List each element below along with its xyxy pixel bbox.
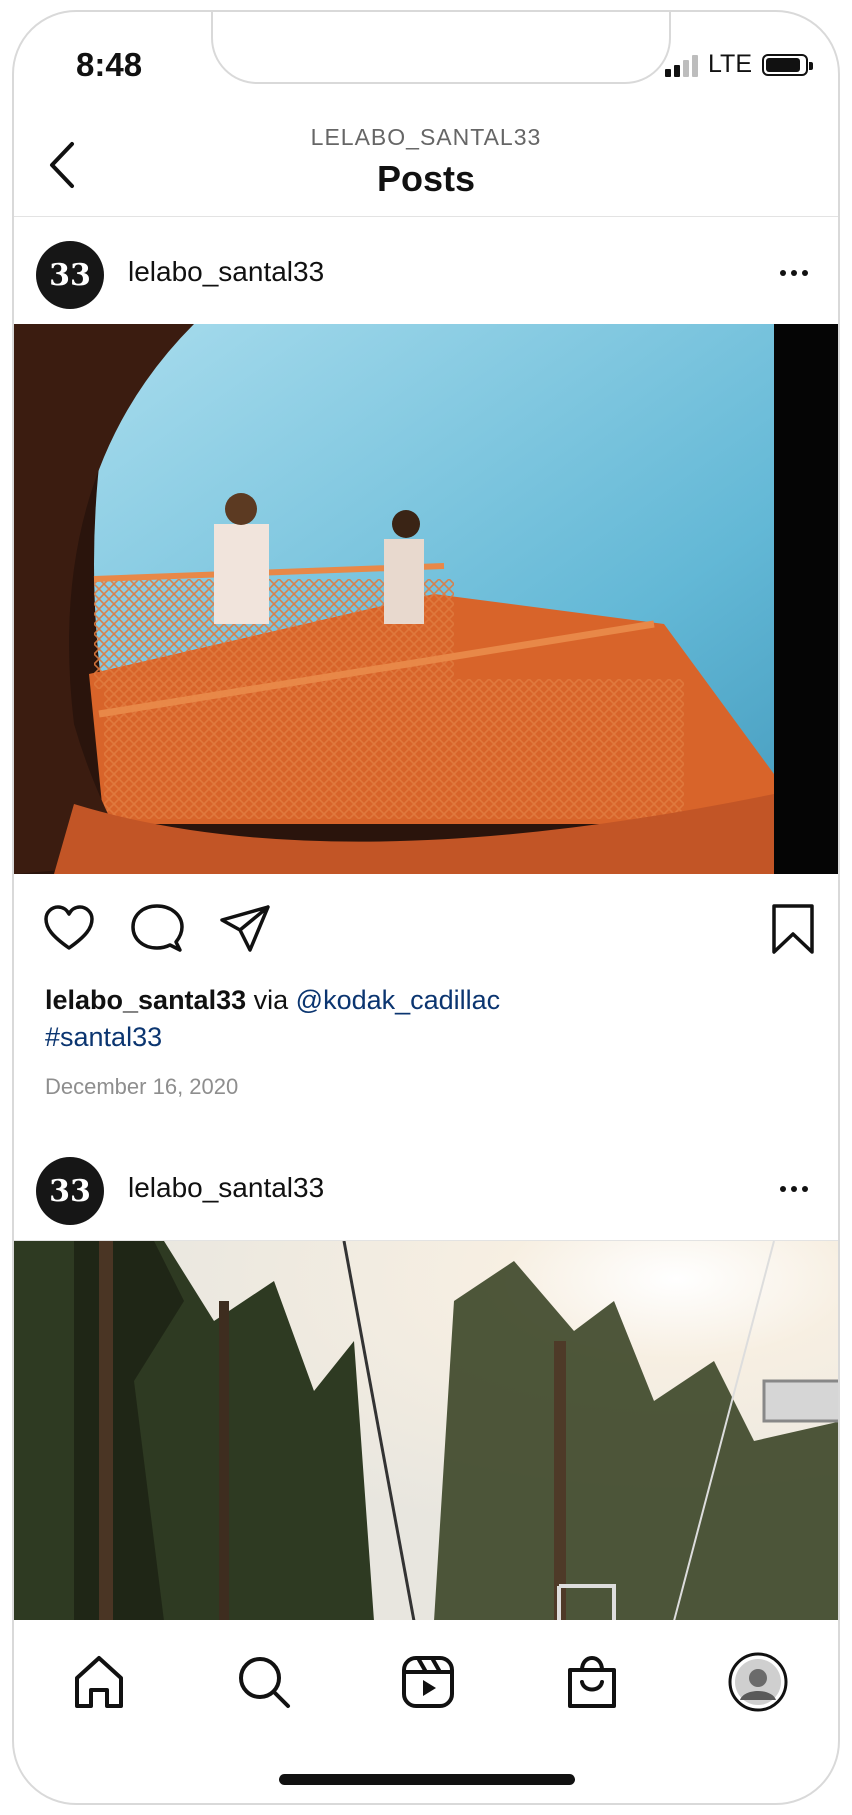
comment-icon[interactable] xyxy=(130,902,184,956)
post-header: 33 lelabo_santal33 xyxy=(14,1142,838,1238)
status-icons: LTE xyxy=(665,50,813,79)
bookmark-icon[interactable] xyxy=(766,902,820,956)
home-indicator xyxy=(279,1774,575,1785)
post-header: 33 lelabo_santal33 xyxy=(14,226,838,322)
status-time: 8:48 xyxy=(76,46,143,83)
network-label: LTE xyxy=(708,50,752,78)
share-icon[interactable] xyxy=(218,902,272,956)
reels-icon[interactable] xyxy=(398,1652,458,1712)
avatar[interactable]: 33 xyxy=(36,1157,104,1225)
home-icon[interactable] xyxy=(69,1652,129,1712)
signal-icon xyxy=(665,53,698,77)
shop-icon[interactable] xyxy=(562,1652,622,1712)
caption-via: via xyxy=(253,985,289,1015)
post-caption: lelabo_santal33 via @kodak_cadillac #san… xyxy=(45,982,805,1056)
caption-mention[interactable]: @kodak_cadillac xyxy=(296,985,501,1015)
tab-bar xyxy=(14,1620,838,1740)
search-icon[interactable] xyxy=(234,1652,294,1712)
post-photo[interactable] xyxy=(14,324,838,874)
phone-frame: 8:48 LTE LELABO_SANTAL33 Posts 33 lelabo… xyxy=(12,10,840,1805)
post-date: December 16, 2020 xyxy=(45,1074,239,1099)
notch xyxy=(211,12,671,84)
post-actions xyxy=(14,902,838,972)
battery-icon xyxy=(762,53,813,76)
post-username[interactable]: lelabo_santal33 xyxy=(128,1172,324,1204)
avatar[interactable]: 33 xyxy=(36,241,104,309)
heart-icon[interactable] xyxy=(42,902,96,956)
page-header: LELABO_SANTAL33 Posts xyxy=(14,112,838,217)
post-photo[interactable] xyxy=(14,1240,838,1621)
page-title: Posts xyxy=(376,158,476,199)
profile-avatar[interactable] xyxy=(728,1652,788,1712)
more-options-icon[interactable] xyxy=(780,270,808,276)
post-username[interactable]: lelabo_santal33 xyxy=(128,256,324,288)
caption-username[interactable]: lelabo_santal33 xyxy=(45,985,246,1015)
more-options-icon[interactable] xyxy=(780,1186,808,1192)
page-subtitle: LELABO_SANTAL33 xyxy=(310,124,542,150)
caption-hashtag[interactable]: #santal33 xyxy=(45,1022,162,1052)
